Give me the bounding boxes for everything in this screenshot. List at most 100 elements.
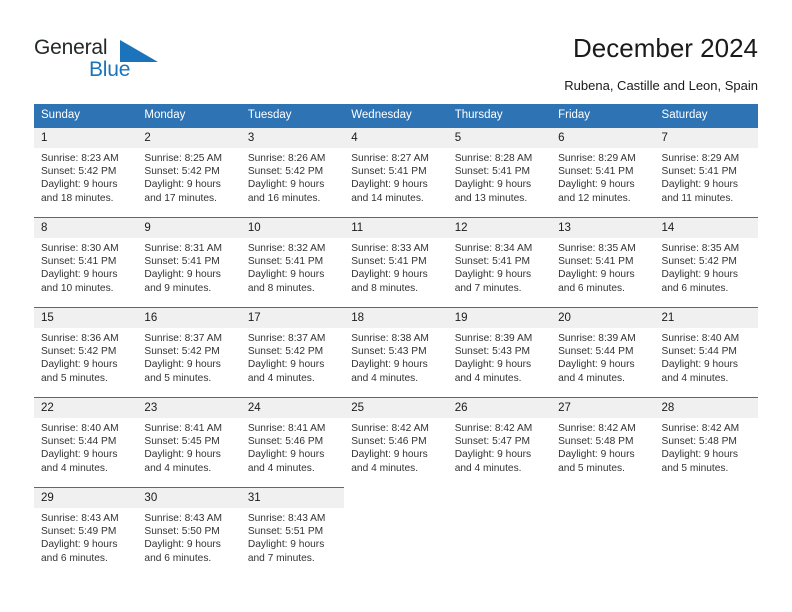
sunset-text: Sunset: 5:44 PM: [661, 346, 737, 358]
sunset-text: Sunset: 5:42 PM: [247, 166, 324, 178]
sunset-text: Sunset: 5:42 PM: [41, 346, 117, 358]
sunrise-text: Sunrise: 8:43 AM: [41, 513, 119, 524]
daylight-text-line1: Daylight: 9 hours: [144, 359, 221, 371]
sunrise-text: Sunrise: 8:31 AM: [144, 243, 223, 254]
calendar-day-cell[interactable]: 23 Sunrise: 8:41 AM Sunset: 5:45 PM Dayligh…: [137, 397, 241, 488]
calendar-day-cell[interactable]: 17 Sunrise: 8:37 AM Sunset: 5:42 PM Dayligh…: [240, 307, 345, 398]
day-number: 31: [240, 488, 345, 508]
calendar-week-row: 22 Sunrise: 8:40 AM Sunset: 5:44 PM Dayligh…: [34, 397, 758, 488]
daylight-text-line1: Daylight: 9 hours: [41, 179, 118, 191]
day-number: 25: [344, 398, 448, 418]
daylight-text-line1: Daylight: 9 hours: [247, 359, 325, 371]
day-sun-info: Sunrise: 8:29 AM Sunset: 5:41 PM Daylight:…: [551, 148, 654, 205]
daylight-text-line1: Daylight: 9 hours: [144, 449, 221, 461]
daylight-text-line1: Daylight: 9 hours: [454, 179, 532, 191]
sunset-text: Sunset: 5:41 PM: [454, 166, 531, 178]
sunrise-text: Sunrise: 8:42 AM: [351, 423, 429, 434]
generalblue-logo[interactable]: General Blue: [34, 36, 214, 88]
calendar-weekday-header-row: Sunday Monday Tuesday Wednesday Thursday…: [34, 104, 758, 128]
sunrise-text: Sunrise: 8:35 AM: [661, 243, 740, 254]
calendar-day-cell[interactable]: 11 Sunrise: 8:33 AM Sunset: 5:41 PM Dayligh…: [344, 217, 448, 308]
calendar-day-cell[interactable]: 19 Sunrise: 8:39 AM Sunset: 5:43 PM Dayligh…: [447, 307, 552, 398]
sunrise-text: Sunrise: 8:42 AM: [661, 423, 740, 434]
calendar-day-cell[interactable]: 24 Sunrise: 8:41 AM Sunset: 5:46 PM Dayligh…: [240, 397, 345, 488]
calendar-day-cell[interactable]: 30 Sunrise: 8:43 AM Sunset: 5:50 PM Dayligh…: [137, 487, 241, 576]
sunrise-text: Sunrise: 8:33 AM: [351, 243, 429, 254]
day-sun-info: Sunrise: 8:28 AM Sunset: 5:41 PM Daylight:…: [448, 148, 551, 205]
weekday-header-monday: Monday: [137, 104, 241, 128]
calendar-day-cell[interactable]: 26 Sunrise: 8:42 AM Sunset: 5:47 PM Dayligh…: [447, 397, 552, 488]
day-number: 20: [551, 308, 655, 328]
calendar-day-cell[interactable]: 10 Sunrise: 8:32 AM Sunset: 5:41 PM Dayligh…: [240, 217, 345, 308]
day-sun-info: Sunrise: 8:42 AM Sunset: 5:47 PM Daylight:…: [448, 418, 551, 475]
sunrise-text: Sunrise: 8:35 AM: [558, 243, 636, 254]
calendar-day-cell[interactable]: 20 Sunrise: 8:39 AM Sunset: 5:44 PM Dayligh…: [551, 307, 655, 398]
day-number: 26: [447, 398, 552, 418]
sunset-text: Sunset: 5:49 PM: [41, 526, 117, 538]
calendar-day-cell[interactable]: 25 Sunrise: 8:42 AM Sunset: 5:46 PM Dayligh…: [344, 397, 448, 488]
day-number: 30: [137, 488, 241, 508]
calendar-day-cell[interactable]: 21 Sunrise: 8:40 AM Sunset: 5:44 PM Dayligh…: [654, 307, 758, 398]
daylight-text-line1: Daylight: 9 hours: [351, 359, 428, 371]
calendar-day-cell[interactable]: 14 Sunrise: 8:35 AM Sunset: 5:42 PM Dayligh…: [654, 217, 758, 308]
day-sun-info: Sunrise: 8:36 AM Sunset: 5:42 PM Daylight:…: [34, 328, 137, 385]
day-number: 3: [240, 128, 345, 148]
calendar-body: 1 Sunrise: 8:23 AM Sunset: 5:42 PM Daylight…: [34, 127, 758, 576]
daylight-text-line1: Daylight: 9 hours: [247, 449, 325, 461]
day-sun-info: Sunrise: 8:26 AM Sunset: 5:42 PM Daylight:…: [241, 148, 344, 205]
calendar-day-cell[interactable]: 3 Sunrise: 8:26 AM Sunset: 5:42 PM Daylight…: [240, 127, 345, 218]
calendar-day-cell[interactable]: 22 Sunrise: 8:40 AM Sunset: 5:44 PM Dayligh…: [34, 397, 138, 488]
sunset-text: Sunset: 5:42 PM: [247, 346, 324, 358]
sunset-text: Sunset: 5:46 PM: [247, 436, 324, 448]
calendar-day-cell[interactable]: 9 Sunrise: 8:31 AM Sunset: 5:41 PM Daylight…: [137, 217, 241, 308]
day-number: [447, 488, 552, 508]
daylight-text-line1: Daylight: 9 hours: [41, 359, 118, 371]
day-number: 28: [654, 398, 758, 418]
sunrise-text: Sunrise: 8:42 AM: [454, 423, 533, 434]
calendar-day-cell[interactable]: 6 Sunrise: 8:29 AM Sunset: 5:41 PM Daylight…: [551, 127, 655, 218]
sunset-text: Sunset: 5:44 PM: [41, 436, 117, 448]
calendar-day-cell[interactable]: 16 Sunrise: 8:37 AM Sunset: 5:42 PM Dayligh…: [137, 307, 241, 398]
day-number: 29: [34, 488, 138, 508]
daylight-text-line2: and 7 minutes.: [454, 282, 522, 294]
calendar-day-cell[interactable]: 2 Sunrise: 8:25 AM Sunset: 5:42 PM Daylight…: [137, 127, 241, 218]
weekday-header-thursday: Thursday: [447, 104, 552, 128]
calendar-day-cell[interactable]: 5 Sunrise: 8:28 AM Sunset: 5:41 PM Daylight…: [447, 127, 552, 218]
daylight-text-line2: and 17 minutes.: [144, 192, 217, 204]
daylight-text-line2: and 4 minutes.: [351, 462, 419, 474]
sunrise-text: Sunrise: 8:26 AM: [247, 153, 326, 164]
calendar-day-cell[interactable]: 7 Sunrise: 8:29 AM Sunset: 5:41 PM Daylight…: [654, 127, 758, 218]
sunset-text: Sunset: 5:42 PM: [661, 256, 737, 268]
day-number: [654, 488, 758, 508]
daylight-text-line2: and 5 minutes.: [558, 462, 625, 474]
daylight-text-line2: and 4 minutes.: [247, 462, 315, 474]
sunrise-text: Sunrise: 8:40 AM: [41, 423, 119, 434]
daylight-text-line2: and 4 minutes.: [144, 462, 212, 474]
day-sun-info: Sunrise: 8:41 AM Sunset: 5:45 PM Daylight:…: [137, 418, 240, 475]
calendar-day-cell[interactable]: 4 Sunrise: 8:27 AM Sunset: 5:41 PM Daylight…: [344, 127, 448, 218]
calendar-day-cell[interactable]: 12 Sunrise: 8:34 AM Sunset: 5:41 PM Dayligh…: [447, 217, 552, 308]
sunset-text: Sunset: 5:45 PM: [144, 436, 220, 448]
sunrise-text: Sunrise: 8:25 AM: [144, 153, 223, 164]
daylight-text-line2: and 6 minutes.: [661, 282, 729, 294]
calendar-day-cell-empty: [447, 487, 552, 576]
day-sun-info: Sunrise: 8:29 AM Sunset: 5:41 PM Daylight:…: [655, 148, 758, 205]
calendar-day-cell[interactable]: 18 Sunrise: 8:38 AM Sunset: 5:43 PM Dayligh…: [344, 307, 448, 398]
day-number: [344, 488, 448, 508]
day-number: 18: [344, 308, 448, 328]
calendar-day-cell[interactable]: 31 Sunrise: 8:43 AM Sunset: 5:51 PM Dayligh…: [240, 487, 345, 576]
day-number: 19: [447, 308, 552, 328]
daylight-text-line2: and 12 minutes.: [558, 192, 631, 204]
calendar-day-cell[interactable]: 1 Sunrise: 8:23 AM Sunset: 5:42 PM Daylight…: [34, 127, 138, 218]
day-sun-info: Sunrise: 8:37 AM Sunset: 5:42 PM Daylight:…: [137, 328, 240, 385]
calendar-day-cell[interactable]: 15 Sunrise: 8:36 AM Sunset: 5:42 PM Dayligh…: [34, 307, 138, 398]
sunset-text: Sunset: 5:41 PM: [144, 256, 220, 268]
daylight-text-line2: and 6 minutes.: [144, 552, 212, 564]
calendar-day-cell[interactable]: 27 Sunrise: 8:42 AM Sunset: 5:48 PM Dayligh…: [551, 397, 655, 488]
calendar-day-cell[interactable]: 8 Sunrise: 8:30 AM Sunset: 5:41 PM Daylight…: [34, 217, 138, 308]
calendar-day-cell[interactable]: 29 Sunrise: 8:43 AM Sunset: 5:49 PM Dayligh…: [34, 487, 138, 576]
calendar-day-cell[interactable]: 13 Sunrise: 8:35 AM Sunset: 5:41 PM Dayligh…: [551, 217, 655, 308]
sunrise-text: Sunrise: 8:32 AM: [247, 243, 326, 254]
calendar-day-cell[interactable]: 28 Sunrise: 8:42 AM Sunset: 5:48 PM Dayligh…: [654, 397, 758, 488]
sunset-text: Sunset: 5:41 PM: [558, 166, 634, 178]
